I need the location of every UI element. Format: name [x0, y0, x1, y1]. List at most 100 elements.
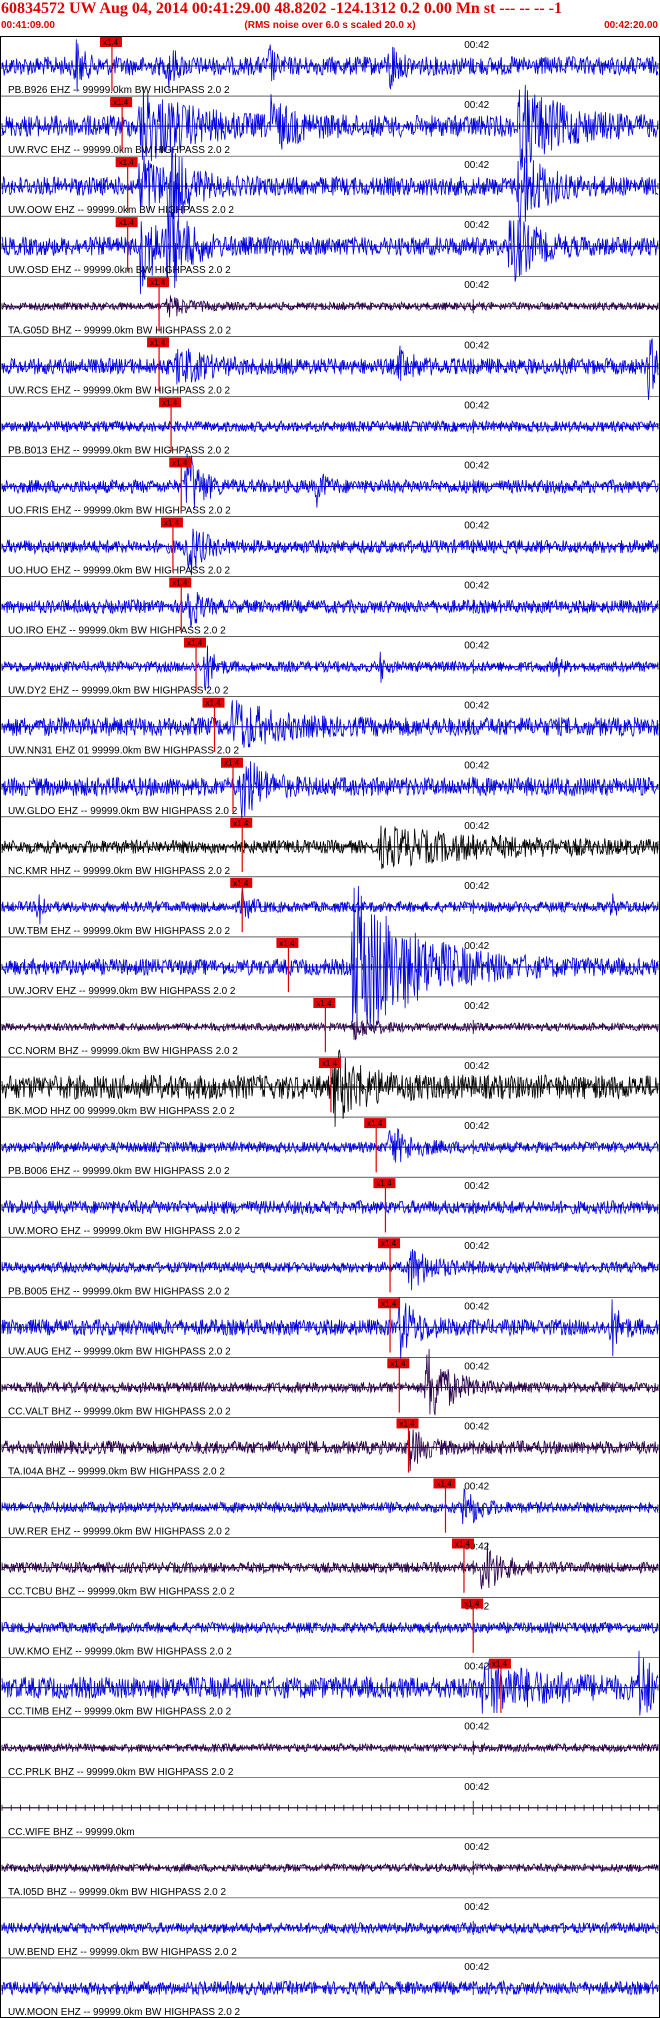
station-label: UW.NN31 EHZ 01 99999.0km BW HIGHPASS 2.0…: [8, 746, 239, 757]
waveform: [1, 825, 659, 870]
noise-scaling-note: (RMS noise over 6.0 s scaled 20.0 x): [244, 20, 416, 31]
pick-label: x1.4: [316, 999, 332, 1008]
waveform: [1, 1542, 659, 1590]
station-label: UW.OOW EHZ -- 99999.0km BW HIGHPASS 2.0 …: [8, 205, 234, 216]
minute-label: 00:42: [464, 1842, 489, 1853]
station-label: CC.VALT BHZ -- 99999.0km BW HIGHPASS 2.0…: [8, 1406, 231, 1417]
trace-row: 00:42 UW.RCS EHZ -- 99999.0km BW HIGHPASS…: [0, 337, 660, 401]
minute-label: 00:42: [464, 581, 489, 592]
trace-row: 00:42 UW.MORO EHZ -- 99999.0km BW HIGHPAS…: [0, 1178, 660, 1238]
station-label: CC.NORM BHZ -- 99999.0km BW HIGHPASS 2.0…: [8, 1046, 238, 1057]
pick-label: x1.4: [390, 1359, 406, 1368]
trace-row: 00:42 CC.NORM BHZ -- 99999.0km BW HIGHPAS…: [0, 997, 660, 1058]
trace-row: 00:42 CC.WIFE BHZ -- 99999.0km: [0, 1782, 660, 1839]
pick-label: x1.4: [233, 879, 249, 888]
minute-label: 00:42: [464, 280, 489, 291]
minute-label: 00:42: [464, 641, 489, 652]
trace-row: 00:42 PB.B006 EHZ -- 99999.0km BW HIGHPAS…: [0, 1118, 660, 1178]
pick-label: x1.4: [464, 1600, 480, 1609]
trace-row: 00:42 UW.MOON EHZ -- 99999.0km BW HIGHPAS…: [0, 1962, 660, 2018]
seismogram-plot: 00:42 PB.B926 EHZ -- 99999.0km BW HIGHPAS…: [0, 36, 660, 2018]
minute-label: 00:42: [464, 400, 489, 411]
station-label: NC.KMR HHZ -- 99999.0km BW HIGHPASS 2.0 …: [8, 866, 231, 877]
pick-label: x1.4: [119, 158, 135, 167]
minute-label: 00:42: [464, 1061, 489, 1072]
waveform: [1, 1348, 659, 1416]
station-label: PB.B013 EHZ -- 99999.0km BW HIGHPASS 2.0…: [8, 445, 230, 456]
station-label: UW.RVC EHZ -- 99999.0km BW HIGHPASS 2.0 …: [8, 145, 230, 156]
station-label: UO.IRO EHZ -- 99999.0km BW HIGHPASS 2.0 …: [8, 626, 226, 637]
pick-label: x1.4: [150, 278, 166, 287]
minute-label: 00:42: [464, 1782, 489, 1793]
pick-label: x1.4: [279, 939, 295, 948]
minute-label: 00:42: [464, 1481, 489, 1492]
waveform: [1, 1249, 659, 1291]
pick-label: x1.4: [113, 98, 129, 107]
pick-label: x1.4: [187, 639, 203, 648]
station-label: TA.G05D BHZ -- 99999.0km BW HIGHPASS 2.0…: [8, 325, 231, 336]
pick-label: x1.4: [164, 518, 180, 527]
trace-row: 00:42 UW.AUG EHZ -- 99999.0km BW HIGHPASS…: [0, 1297, 660, 1359]
waveform: [1, 591, 659, 628]
end-time-label: 00:42:20.00: [604, 20, 658, 31]
minute-label: 00:42: [464, 1121, 489, 1132]
pick-label: x1.4: [322, 1059, 338, 1068]
trace-row: 00:42 CC.PRLK BHZ -- 99999.0km BW HIGHPAS…: [0, 1722, 660, 1779]
minute-label: 00:42: [464, 1962, 489, 1973]
station-label: PB.B006 EHZ -- 99999.0km BW HIGHPASS 2.0…: [8, 1166, 230, 1177]
station-label: UW.MOON EHZ -- 99999.0km BW HIGHPASS 2.0…: [8, 2007, 241, 2018]
station-label: CC.TCBU BHZ -- 99999.0km BW HIGHPASS 2.0…: [8, 1587, 235, 1598]
station-label: UW.TBM EHZ -- 99999.0km BW HIGHPASS 2.0 …: [8, 926, 231, 937]
pick-label: x1.4: [233, 819, 249, 828]
event-title: 60834572 UW Aug 04, 2014 00:41:29.00 48.…: [1, 0, 562, 17]
trace-row: 00:42UW.DY2 EHZ -- 99999.0km BW HIGHPASS…: [0, 637, 660, 697]
waveform: [1, 645, 659, 691]
waveform: [1, 1429, 659, 1472]
trace-row: 00:42 PB.B926 EHZ -- 99999.0km BW HIGHPAS…: [0, 37, 660, 97]
trace-row: 00:42 UW.TBM EHZ -- 99999.0km BW HIGHPASS…: [0, 877, 660, 938]
minute-label: 00:42: [464, 100, 489, 111]
minute-label: 00:42: [464, 1241, 489, 1252]
trace-row: 00:42 UW.BEND EHZ -- 99999.0km BW HIGHPAS…: [0, 1902, 660, 1959]
minute-label: 00:42: [464, 881, 489, 892]
pick-label: x1.4: [172, 458, 188, 467]
station-label: UW.JORV EHZ -- 99999.0km BW HIGHPASS 2.0…: [8, 986, 236, 997]
pick-label: x1.4: [381, 1299, 397, 1308]
trace-row: 00:42 BK.MOD HHZ 00 99999.0km BW HIGHPASS…: [0, 1049, 660, 1127]
minute-label: 00:42: [464, 220, 489, 231]
waveform: [1, 1017, 659, 1041]
pick-label: x1.4: [172, 579, 188, 588]
waveform: [1, 147, 659, 239]
trace-row: 00:42 TA.I04A BHZ -- 99999.0km BW HIGHPAS…: [0, 1418, 660, 1478]
trace-row: 00:42 UW.RVC EHZ -- 99999.0km BW HIGHPASS…: [0, 84, 660, 171]
pick-label: x1.4: [206, 699, 222, 708]
minute-label: 00:42: [464, 761, 489, 772]
trace-row: 00:42 UW.RER EHZ -- 99999.0km BW HIGHPASS…: [0, 1478, 660, 1538]
station-label: PB.B005 EHZ -- 99999.0km BW HIGHPASS 2.0…: [8, 1286, 230, 1297]
pick-label: x1.4: [162, 398, 178, 407]
pick-label: x1.4: [400, 1419, 416, 1428]
trace-row: 00:42 CC.VALT BHZ -- 99999.0km BW HIGHPAS…: [0, 1348, 660, 1418]
waveform: [1, 700, 659, 748]
minute-label: 00:42: [464, 460, 489, 471]
minute-label: 00:42: [464, 1902, 489, 1913]
station-label: UW.BEND EHZ -- 99999.0km BW HIGHPASS 2.0…: [8, 1947, 237, 1958]
pick-label: x1.4: [103, 38, 119, 47]
minute-label: 00:42: [464, 1001, 489, 1012]
trace-row: 00:42 CC.TIMB EHZ -- 99999.0km BW HIGHPAS…: [0, 1650, 660, 1718]
station-label: UW.KMO EHZ -- 99999.0km BW HIGHPASS 2.0 …: [8, 1647, 232, 1658]
trace-row: 00:42 UW.NN31 EHZ 01 99999.0km BW HIGHPAS…: [0, 697, 660, 758]
trace-row: 00:42UW.KMO EHZ -- 99999.0km BW HIGHPASS…: [0, 1598, 660, 1658]
minute-label: 00:42: [464, 1722, 489, 1733]
minute-label: 00:42: [464, 1181, 489, 1192]
waveform: [1, 1127, 659, 1163]
station-label: PB.B926 EHZ -- 99999.0km BW HIGHPASS 2.0…: [8, 85, 230, 96]
pick-label: x1.4: [455, 1540, 471, 1549]
station-label: TA.I04A BHZ -- 99999.0km BW HIGHPASS 2.0…: [8, 1466, 225, 1477]
station-label: UW.AUG EHZ -- 99999.0km BW HIGHPASS 2.0 …: [8, 1346, 231, 1357]
minute-label: 00:42: [464, 160, 489, 171]
station-label: UO.FRIS EHZ -- 99999.0km BW HIGHPASS 2.0…: [8, 505, 231, 516]
station-label: UW.GLDO EHZ -- 99999.0km BW HIGHPASS 2.0…: [8, 806, 238, 817]
minute-label: 00:42: [464, 40, 489, 51]
waveform: [1, 1487, 659, 1525]
